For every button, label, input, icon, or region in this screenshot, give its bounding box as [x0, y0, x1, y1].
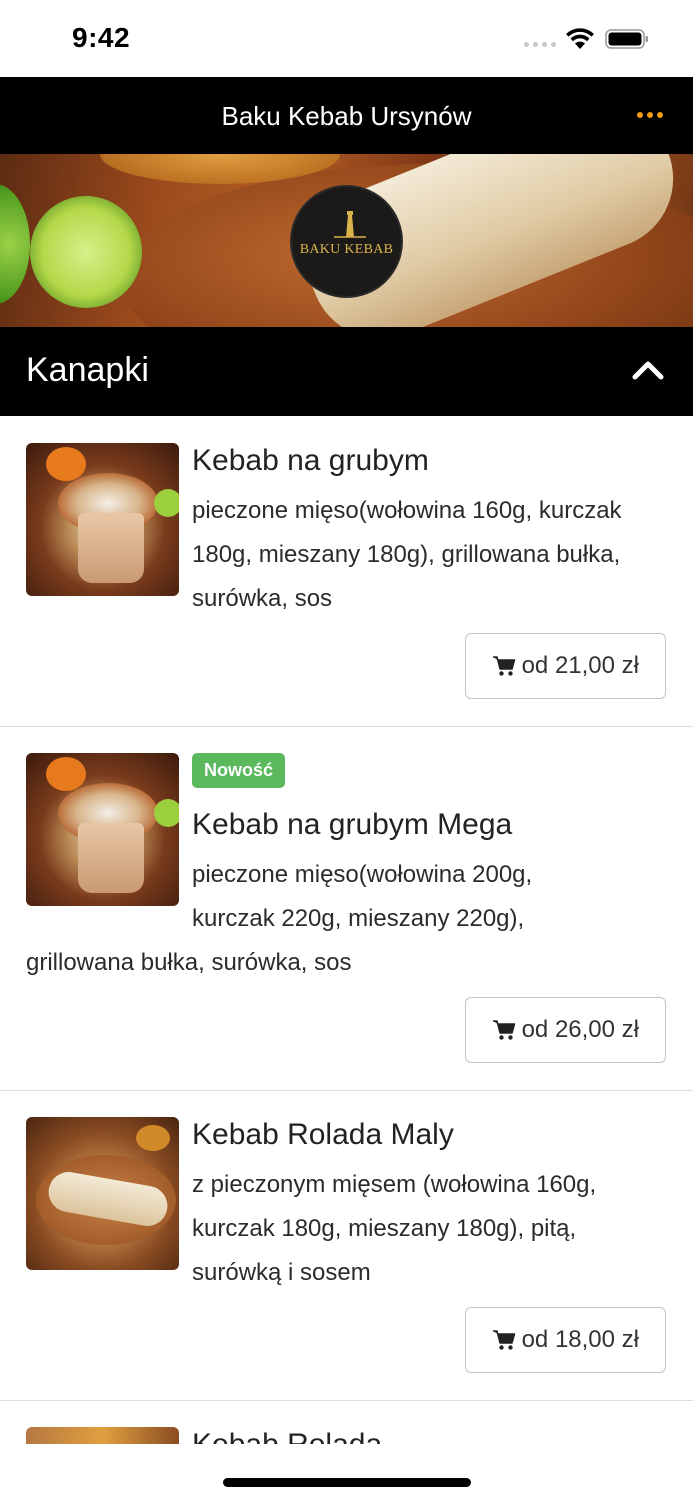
add-to-cart-button[interactable]: od 21,00 zł: [464, 633, 666, 699]
banner-lime: [0, 184, 30, 304]
home-indicator[interactable]: [223, 1478, 471, 1487]
app-header: Baku Kebab Ursynów: [0, 77, 693, 154]
price-label: od 21,00 zł: [521, 652, 639, 679]
new-badge: Nowość: [192, 753, 286, 788]
chevron-up-icon[interactable]: [631, 357, 665, 381]
cart-icon: [492, 656, 515, 676]
status-time: 9:42: [72, 22, 131, 53]
menu-item[interactable]: Kebab Rolada Maly z pieczonym mięsem (wo…: [0, 1091, 693, 1401]
menu-item[interactable]: Kebab na grubym pieczone mięso(wołowina …: [0, 416, 693, 727]
category-header[interactable]: Kanapki: [0, 327, 693, 416]
item-name: Kebab Rolada Maly: [192, 1118, 454, 1151]
wifi-icon: [566, 28, 594, 49]
cellular-signal-icon: [524, 42, 556, 47]
add-to-cart-button[interactable]: od 26,00 zł: [464, 997, 666, 1063]
logo-text: BAKU KEBAB: [299, 242, 394, 257]
restaurant-logo: BAKU KEBAB: [290, 185, 403, 298]
cart-icon: [492, 1020, 515, 1040]
logo-tower-icon: [334, 211, 366, 238]
add-to-cart-button[interactable]: od 18,00 zł: [464, 1307, 666, 1373]
price-label: od 18,00 zł: [521, 1326, 639, 1353]
status-bar: 9:42: [0, 0, 693, 77]
item-image[interactable]: [26, 443, 179, 596]
item-description: z pieczonym mięsem (wołowina 160g, kurcz…: [192, 1171, 597, 1286]
item-image[interactable]: [26, 753, 179, 906]
banner-lime: [30, 196, 142, 308]
item-description-continued: grillowana bułka, surówka, sos: [26, 949, 352, 976]
more-options-icon[interactable]: [637, 112, 663, 118]
item-image[interactable]: [26, 1117, 179, 1270]
item-description: pieczone mięso(wołowina 160g, kurczak 18…: [192, 497, 622, 612]
category-title: Kanapki: [26, 351, 149, 389]
item-name: Kebab na grubym: [192, 444, 429, 477]
restaurant-title: Baku Kebab Ursynów: [221, 101, 472, 131]
menu-item[interactable]: Nowość Kebab na grubym Mega pieczone mię…: [0, 727, 693, 1091]
battery-icon: [605, 29, 648, 49]
cart-icon: [492, 1330, 515, 1350]
item-description: pieczone mięso(wołowina 200g, kurczak 22…: [192, 861, 533, 932]
price-label: od 26,00 zł: [521, 1016, 639, 1043]
bottom-safe-area: [0, 1444, 693, 1500]
item-name: Kebab na grubym Mega: [192, 808, 513, 841]
